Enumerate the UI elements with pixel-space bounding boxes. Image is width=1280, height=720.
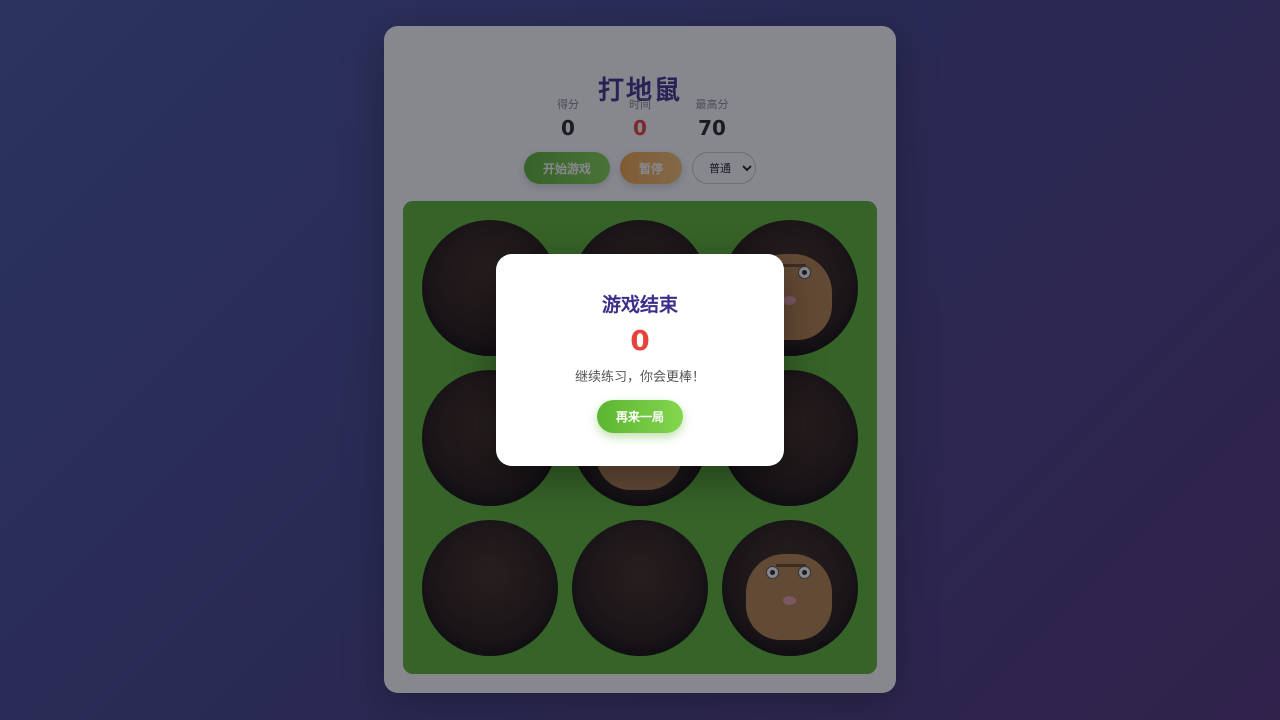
encouragement-message: 继续练习，你会更棒！ [574, 370, 705, 385]
final-score: 0 [630, 324, 650, 357]
game-over-modal: 游戏结束 0 继续练习，你会更棒！ 再来一局 [496, 254, 784, 466]
modal-title: 游戏结束 [601, 294, 678, 316]
play-again-button[interactable]: 再来一局 [597, 400, 683, 433]
